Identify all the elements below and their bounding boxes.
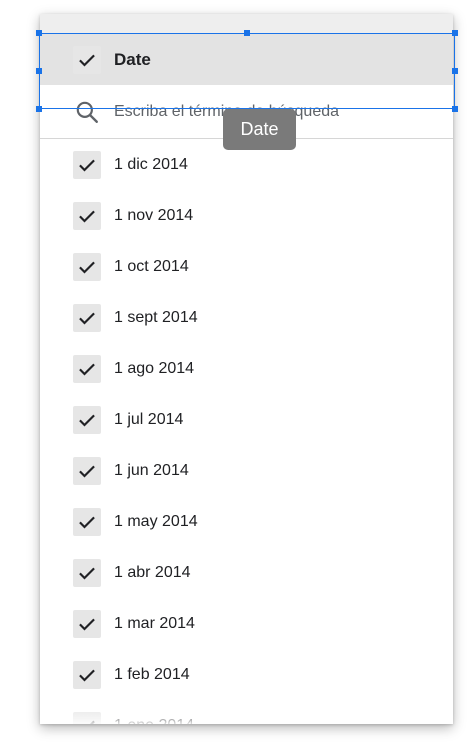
list-item[interactable]: 1 jul 2014 bbox=[40, 394, 453, 445]
item-checkbox[interactable] bbox=[73, 609, 101, 638]
item-label: 1 dic 2014 bbox=[114, 155, 188, 173]
list-item[interactable]: 1 sept 2014 bbox=[40, 292, 453, 343]
check-icon bbox=[79, 465, 95, 478]
check-icon bbox=[79, 618, 95, 631]
item-checkbox[interactable] bbox=[73, 303, 101, 332]
item-label: 1 may 2014 bbox=[114, 512, 198, 530]
item-label: 1 feb 2014 bbox=[114, 665, 190, 683]
list-item[interactable]: 1 oct 2014 bbox=[40, 241, 453, 292]
item-checkbox[interactable] bbox=[73, 405, 101, 434]
item-label: 1 abr 2014 bbox=[114, 563, 191, 581]
item-checkbox[interactable] bbox=[73, 201, 101, 230]
select-all-checkbox[interactable] bbox=[73, 45, 101, 74]
select-all-label: Date bbox=[114, 49, 151, 69]
item-checkbox[interactable] bbox=[73, 252, 101, 281]
check-icon bbox=[79, 363, 95, 376]
list-item[interactable]: 1 nov 2014 bbox=[40, 190, 453, 241]
check-icon bbox=[79, 54, 95, 67]
item-checkbox[interactable] bbox=[73, 150, 101, 179]
check-icon bbox=[79, 516, 95, 529]
item-checkbox[interactable] bbox=[73, 507, 101, 536]
item-checkbox[interactable] bbox=[73, 558, 101, 587]
item-label: 1 sept 2014 bbox=[114, 308, 198, 326]
panel-top-strip bbox=[40, 14, 453, 34]
check-icon bbox=[79, 414, 95, 427]
item-checkbox[interactable] bbox=[73, 660, 101, 689]
list-item[interactable]: 1 feb 2014 bbox=[40, 649, 453, 700]
list-fade bbox=[40, 706, 453, 724]
item-label: 1 oct 2014 bbox=[114, 257, 189, 275]
item-label: 1 jun 2014 bbox=[114, 461, 189, 479]
item-label: 1 ago 2014 bbox=[114, 359, 195, 377]
value-list: 1 dic 2014 1 nov 2014 1 oct 2014 1 sept 201… bbox=[40, 139, 453, 724]
check-icon bbox=[79, 669, 95, 682]
search-icon bbox=[73, 98, 101, 126]
item-checkbox[interactable] bbox=[73, 456, 101, 485]
check-icon bbox=[79, 210, 95, 223]
list-item[interactable]: 1 may 2014 bbox=[40, 496, 453, 547]
check-icon bbox=[79, 159, 95, 172]
item-label: 1 mar 2014 bbox=[114, 614, 195, 632]
select-all-row[interactable]: Date bbox=[40, 34, 453, 85]
list-item[interactable]: 1 ago 2014 bbox=[40, 343, 453, 394]
item-checkbox[interactable] bbox=[73, 354, 101, 383]
check-icon bbox=[79, 261, 95, 274]
item-label: 1 nov 2014 bbox=[114, 206, 194, 224]
check-icon bbox=[79, 312, 95, 325]
list-item[interactable]: 1 jun 2014 bbox=[40, 445, 453, 496]
list-item[interactable]: 1 abr 2014 bbox=[40, 547, 453, 598]
item-label: 1 jul 2014 bbox=[114, 410, 184, 428]
check-icon bbox=[79, 567, 95, 580]
list-item[interactable]: 1 mar 2014 bbox=[40, 598, 453, 649]
tooltip: Date bbox=[223, 109, 296, 150]
